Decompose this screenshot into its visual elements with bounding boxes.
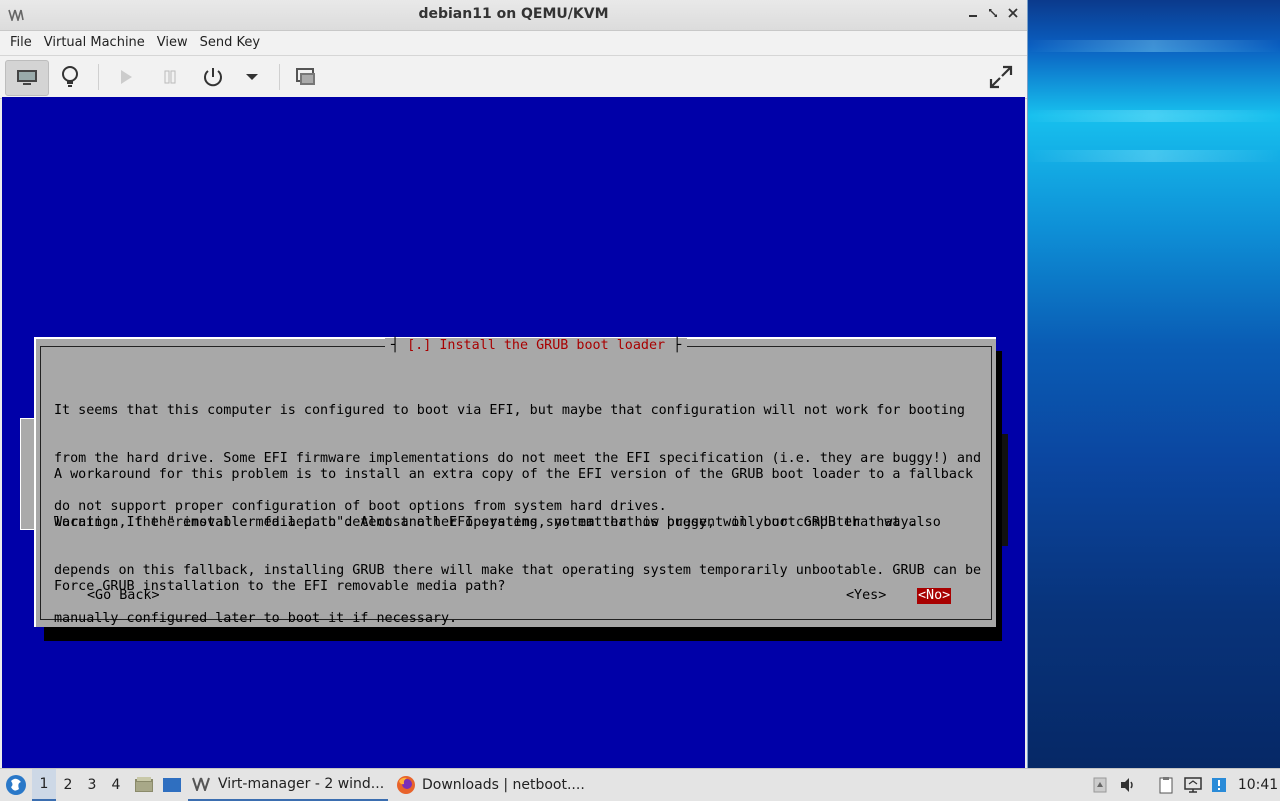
dialog-title-text: [.] Install the GRUB boot loader bbox=[407, 338, 666, 353]
desktop-icon bbox=[163, 778, 181, 792]
task-label: Downloads | netboot.... bbox=[422, 777, 585, 793]
vm-window: debian11 on QEMU/KVM File Virtual Machin… bbox=[0, 0, 1028, 768]
go-back-button[interactable]: <Go Back> bbox=[87, 588, 160, 604]
speaker-icon bbox=[1121, 778, 1133, 792]
workspace-4[interactable]: 4 bbox=[104, 769, 128, 801]
updates-button[interactable] bbox=[1208, 769, 1230, 801]
chevron-down-icon bbox=[246, 74, 258, 80]
close-icon bbox=[1008, 8, 1018, 18]
run-button[interactable] bbox=[112, 60, 140, 94]
snapshots-button[interactable] bbox=[292, 60, 320, 94]
yes-button[interactable]: <Yes> bbox=[846, 588, 886, 604]
task-firefox[interactable]: Downloads | netboot.... bbox=[392, 769, 592, 801]
task-virt-manager[interactable]: Virt-manager - 2 wind... bbox=[188, 769, 388, 801]
shutdown-menu-button[interactable] bbox=[240, 60, 264, 94]
pause-icon bbox=[164, 70, 176, 84]
workspace-1[interactable]: 1 bbox=[32, 769, 56, 801]
virt-manager-icon bbox=[192, 777, 210, 791]
show-desktop-button[interactable] bbox=[160, 769, 184, 801]
details-view-button[interactable] bbox=[54, 60, 86, 94]
desktop-wallpaper bbox=[1027, 0, 1280, 768]
maximize-button[interactable] bbox=[984, 6, 1002, 24]
pause-button[interactable] bbox=[156, 60, 184, 94]
fullscreen-icon bbox=[989, 65, 1013, 89]
console-view-button[interactable] bbox=[5, 60, 49, 96]
volume-button[interactable] bbox=[1117, 769, 1139, 801]
file-manager-launcher[interactable] bbox=[132, 769, 156, 801]
dialog-frame: ┤ [.] Install the GRUB boot loader ├ It … bbox=[40, 338, 992, 626]
chevron-up-icon bbox=[1093, 777, 1107, 793]
menu-view[interactable]: View bbox=[151, 31, 194, 55]
updates-icon bbox=[1212, 778, 1226, 792]
maximize-icon bbox=[989, 9, 997, 17]
title-bar[interactable]: debian11 on QEMU/KVM bbox=[0, 0, 1027, 31]
fullscreen-button[interactable] bbox=[984, 60, 1018, 94]
monitor-icon bbox=[17, 70, 37, 85]
clock[interactable]: 10:41 bbox=[1238, 769, 1278, 801]
window-title: debian11 on QEMU/KVM bbox=[418, 6, 609, 22]
minimize-icon bbox=[969, 15, 977, 17]
paragraph-line: A workaround for this problem is to inst… bbox=[54, 467, 974, 482]
paragraph-line: It seems that this computer is configure… bbox=[54, 403, 965, 418]
question-text: Force GRUB installation to the EFI remov… bbox=[54, 547, 984, 627]
menu-send-key[interactable]: Send Key bbox=[194, 31, 266, 55]
folder-icon bbox=[135, 777, 153, 792]
paragraph-line: Force GRUB installation to the EFI remov… bbox=[54, 579, 506, 594]
close-button[interactable] bbox=[1004, 6, 1022, 24]
firefox-icon bbox=[397, 776, 415, 794]
no-button[interactable]: <No> bbox=[917, 588, 952, 604]
taskbar: 1 2 3 4 Virt-manager - 2 wind... Downloa… bbox=[0, 768, 1280, 801]
dialog-title: ┤ [.] Install the GRUB boot loader ├ bbox=[385, 338, 688, 354]
menu-file[interactable]: File bbox=[4, 31, 38, 55]
play-icon bbox=[121, 70, 132, 84]
snapshots-icon bbox=[296, 68, 315, 85]
toolbar bbox=[0, 56, 1027, 99]
network-icon bbox=[1184, 777, 1202, 793]
installer-dialog: ┤ [.] Install the GRUB boot loader ├ It … bbox=[34, 337, 996, 627]
workspace-3[interactable]: 3 bbox=[80, 769, 104, 801]
vm-console[interactable]: ┤ [.] Install the GRUB boot loader ├ It … bbox=[2, 97, 1025, 768]
paragraph-line: Warning: If the installer failed to dete… bbox=[54, 515, 941, 530]
menu-bar: File Virtual Machine View Send Key bbox=[0, 31, 1027, 56]
clipboard-button[interactable] bbox=[1155, 769, 1177, 801]
workspace-2[interactable]: 2 bbox=[56, 769, 80, 801]
lightbulb-icon bbox=[62, 66, 78, 87]
network-button[interactable] bbox=[1182, 769, 1204, 801]
start-menu-button[interactable] bbox=[4, 769, 28, 801]
minimize-button[interactable] bbox=[964, 6, 982, 24]
task-label: Virt-manager - 2 wind... bbox=[218, 776, 385, 792]
lxqt-logo-icon bbox=[6, 775, 26, 795]
clipboard-icon bbox=[1159, 777, 1173, 794]
shutdown-button[interactable] bbox=[198, 60, 228, 94]
tray-expand-button[interactable] bbox=[1090, 769, 1110, 801]
menu-virtual-machine[interactable]: Virtual Machine bbox=[38, 31, 151, 55]
power-icon bbox=[204, 68, 222, 87]
